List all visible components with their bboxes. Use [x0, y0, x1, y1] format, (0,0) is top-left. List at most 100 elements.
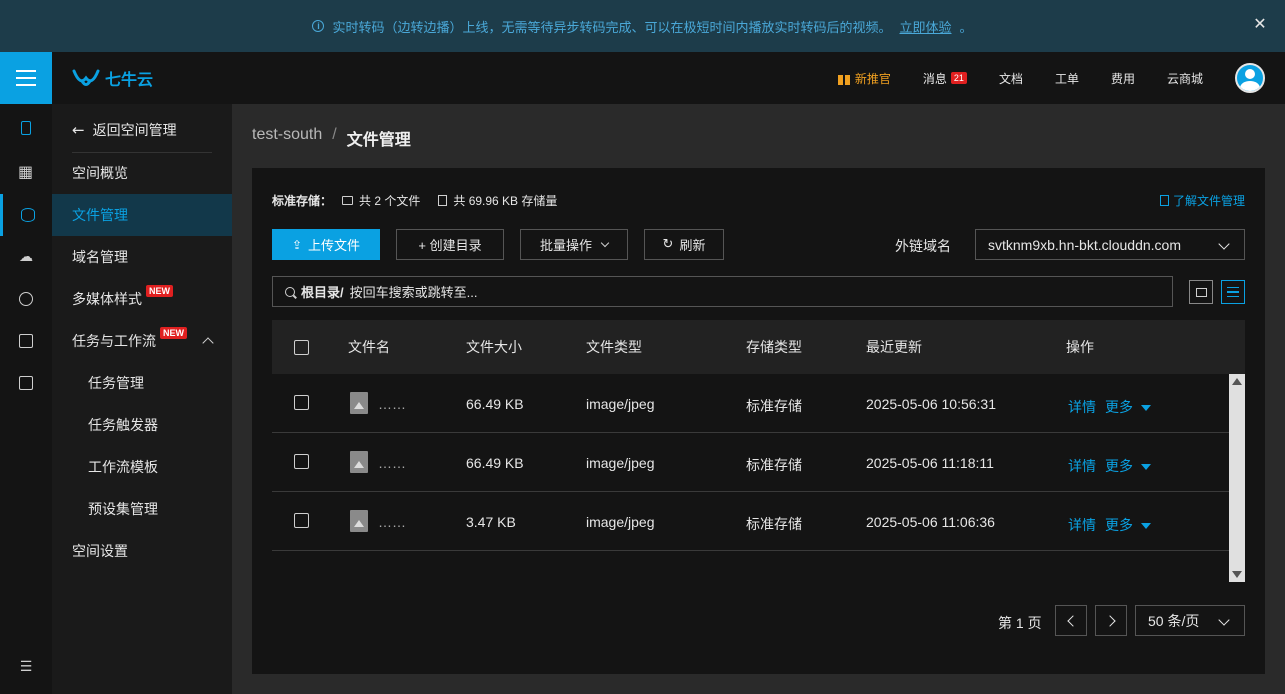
nav-docs[interactable]: 文档 — [999, 70, 1023, 87]
more-label: 更多 — [1105, 458, 1133, 474]
refresh-button[interactable]: ↻ 刷新 — [644, 229, 724, 260]
rail-settings[interactable] — [0, 362, 52, 404]
sidebar-item-presets[interactable]: 预设集管理 — [52, 488, 232, 530]
header-storage: 存储类型 — [746, 339, 802, 355]
search-input[interactable]: 根目录/ 按回车搜索或跳转至... — [272, 276, 1173, 307]
sidebar-item-overview[interactable]: 空间概览 — [52, 152, 232, 194]
sidebar-item-domains[interactable]: 域名管理 — [52, 236, 232, 278]
storage-type: 标准存储 — [746, 516, 802, 532]
create-folder-button[interactable]: + 创建目录 — [396, 229, 504, 260]
learn-label: 了解文件管理 — [1172, 194, 1245, 208]
info-icon: i — [312, 20, 325, 32]
sidebar-item-files[interactable]: 文件管理 — [52, 194, 232, 236]
sidebar-item-media-styles[interactable]: 多媒体样式 NEW — [52, 278, 232, 320]
nav-tickets[interactable]: 工单 — [1055, 70, 1079, 87]
next-page-button[interactable] — [1095, 605, 1127, 636]
refresh-label: 刷新 — [679, 238, 706, 253]
logo[interactable]: 七牛云 — [72, 66, 153, 90]
domain-label: 外链域名 — [895, 238, 951, 254]
table-scrollbar[interactable] — [1229, 374, 1245, 582]
nav-messages-label: 消息 — [922, 71, 947, 86]
sidebar-item-workflow-templates[interactable]: 工作流模板 — [52, 446, 232, 488]
sidebar-item-task-triggers[interactable]: 任务触发器 — [52, 404, 232, 446]
more-actions[interactable]: 更多 — [1105, 397, 1151, 417]
caret-down-icon — [1141, 523, 1151, 530]
file-name[interactable]: …… — [378, 396, 406, 412]
rail-media[interactable] — [0, 278, 52, 320]
rail-tasks[interactable] — [0, 320, 52, 362]
user-avatar[interactable] — [1235, 63, 1265, 93]
sidebar-item-label: 任务管理 — [88, 375, 144, 391]
page-size-select[interactable]: 50 条/页 — [1135, 605, 1245, 636]
file-type: image/jpeg — [586, 455, 655, 471]
nav-marketplace[interactable]: 云商城 — [1167, 70, 1203, 87]
rail-cdn[interactable]: ☁ — [0, 236, 52, 278]
domain-select[interactable]: svtknm9xb.hn-bkt.clouddn.com — [975, 229, 1245, 260]
learn-file-management-link[interactable]: 了解文件管理 — [1159, 192, 1245, 209]
sidebar-item-label: 空间概览 — [72, 165, 128, 181]
table-row: …… 66.49 KB image/jpeg 标准存储 2025-05-06 1… — [272, 433, 1229, 492]
header-actions: 操作 — [1066, 339, 1094, 355]
file-size: 66.49 KB — [466, 396, 524, 412]
domain-value: svtknm9xb.hn-bkt.clouddn.com — [988, 236, 1181, 253]
image-file-icon — [350, 510, 368, 532]
detail-link[interactable]: 详情 — [1068, 456, 1096, 476]
nav-messages[interactable]: 消息 21 — [923, 70, 967, 87]
more-actions[interactable]: 更多 — [1105, 515, 1151, 535]
rail-storage[interactable] — [0, 107, 52, 149]
sidebar-item-workflows[interactable]: 任务与工作流 NEW — [52, 320, 232, 362]
grid-icon — [18, 162, 33, 181]
cloud-icon: ☁ — [19, 249, 33, 265]
breadcrumb-separator: / — [332, 126, 337, 143]
scroll-down-icon[interactable] — [1232, 571, 1242, 578]
row-checkbox[interactable] — [294, 454, 309, 469]
detail-link[interactable]: 详情 — [1068, 515, 1096, 535]
storage-type: 标准存储 — [746, 398, 802, 414]
collapse-icon: ☰ — [19, 659, 33, 675]
rail-collapse[interactable]: ☰ — [0, 646, 52, 688]
detail-link[interactable]: 详情 — [1068, 397, 1096, 417]
sidebar-item-task-management[interactable]: 任务管理 — [52, 362, 232, 404]
refresh-icon: ↻ — [662, 237, 674, 252]
sidebar-item-bucket-settings[interactable]: 空间设置 — [52, 530, 232, 572]
caret-down-icon — [1141, 464, 1151, 471]
upload-icon: ⇪ — [291, 237, 303, 252]
message-count-badge: 21 — [950, 72, 967, 84]
close-icon[interactable]: ✕ — [1251, 16, 1269, 34]
file-name[interactable]: …… — [378, 514, 406, 530]
rail-files[interactable] — [0, 194, 52, 236]
nav-promo-label: 新推官 — [854, 71, 891, 86]
row-checkbox[interactable] — [294, 513, 309, 528]
select-all-checkbox[interactable] — [294, 340, 309, 355]
folder-view-button[interactable] — [1189, 280, 1213, 304]
breadcrumb-bucket[interactable]: test-south — [252, 126, 322, 150]
storage-icon — [21, 121, 31, 135]
banner-link[interactable]: 立即体验 — [899, 17, 951, 36]
sidebar-item-label: 空间设置 — [72, 543, 128, 559]
nav-billing[interactable]: 费用 — [1111, 70, 1135, 87]
storage-type: 标准存储 — [746, 457, 802, 473]
task-icon — [19, 334, 33, 348]
nav-promo[interactable]: 新推官 — [837, 70, 891, 87]
table-body: …… 66.49 KB image/jpeg 标准存储 2025-05-06 1… — [272, 374, 1229, 582]
chevron-right-icon — [1103, 614, 1116, 627]
updated-at: 2025-05-06 10:56:31 — [866, 396, 996, 412]
batch-actions-button[interactable]: 批量操作 — [520, 229, 628, 260]
more-actions[interactable]: 更多 — [1105, 456, 1151, 476]
chevron-down-icon — [1218, 614, 1230, 626]
prev-page-button[interactable] — [1055, 605, 1087, 636]
gift-icon — [837, 71, 851, 85]
rail-overview[interactable] — [0, 152, 52, 194]
row-checkbox[interactable] — [294, 395, 309, 410]
breadcrumb: test-south / 文件管理 — [252, 126, 411, 150]
top-bar: 七牛云 新推官 消息 21 文档 工单 费用 云商城 — [0, 52, 1285, 104]
back-to-buckets[interactable]: ← 返回空间管理 — [72, 120, 177, 140]
sidebar-item-label: 多媒体样式 — [72, 291, 142, 307]
list-view-button[interactable] — [1221, 280, 1245, 304]
chevron-down-icon — [600, 238, 610, 248]
file-name[interactable]: …… — [378, 455, 406, 471]
upload-button[interactable]: ⇪ 上传文件 — [272, 229, 380, 260]
hamburger-menu-button[interactable] — [0, 52, 52, 104]
create-folder-label: + 创建目录 — [418, 238, 482, 253]
scroll-up-icon[interactable] — [1232, 378, 1242, 385]
